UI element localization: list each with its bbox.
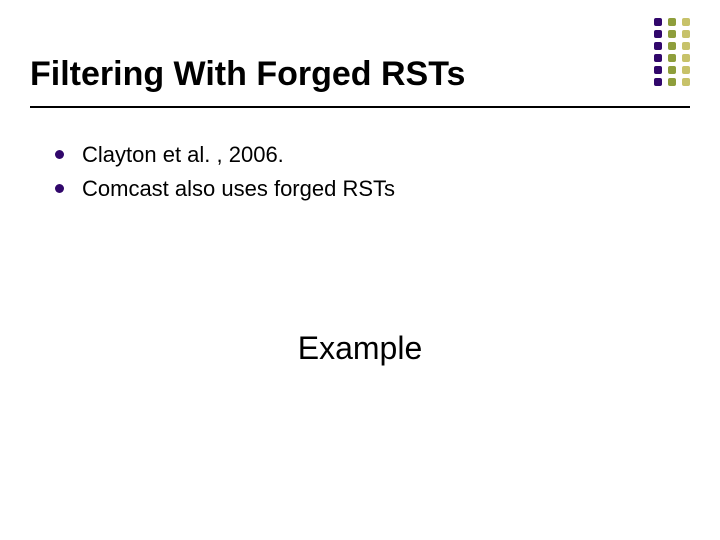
bullet-list: Clayton et al. , 2006.Comcast also uses … <box>55 138 690 206</box>
deco-dot <box>682 18 690 26</box>
bullet-item: Comcast also uses forged RSTs <box>55 172 690 206</box>
deco-dot <box>682 54 690 62</box>
deco-dot <box>682 42 690 50</box>
deco-dot <box>668 54 676 62</box>
bullet-icon <box>55 184 64 193</box>
bullet-item: Clayton et al. , 2006. <box>55 138 690 172</box>
example-heading: Example <box>0 330 720 367</box>
deco-dot <box>654 66 662 74</box>
deco-dot <box>654 54 662 62</box>
deco-dot <box>668 66 676 74</box>
deco-column <box>654 18 662 86</box>
bullet-icon <box>55 150 64 159</box>
deco-dot <box>682 78 690 86</box>
deco-dot <box>668 42 676 50</box>
title-area: Filtering With Forged RSTs <box>0 0 720 108</box>
bullet-text: Clayton et al. , 2006. <box>82 138 284 172</box>
deco-dot <box>654 18 662 26</box>
slide-title: Filtering With Forged RSTs <box>30 55 690 102</box>
deco-column <box>668 18 676 86</box>
deco-dot <box>682 30 690 38</box>
deco-dot <box>668 18 676 26</box>
deco-dot <box>654 30 662 38</box>
deco-dot <box>654 78 662 86</box>
deco-dot <box>668 30 676 38</box>
slide: Filtering With Forged RSTs Clayton et al… <box>0 0 720 540</box>
deco-dot <box>668 78 676 86</box>
deco-dot <box>682 66 690 74</box>
corner-decoration <box>654 18 690 86</box>
body-area: Clayton et al. , 2006.Comcast also uses … <box>0 108 720 206</box>
deco-dot <box>654 42 662 50</box>
bullet-text: Comcast also uses forged RSTs <box>82 172 395 206</box>
deco-column <box>682 18 690 86</box>
